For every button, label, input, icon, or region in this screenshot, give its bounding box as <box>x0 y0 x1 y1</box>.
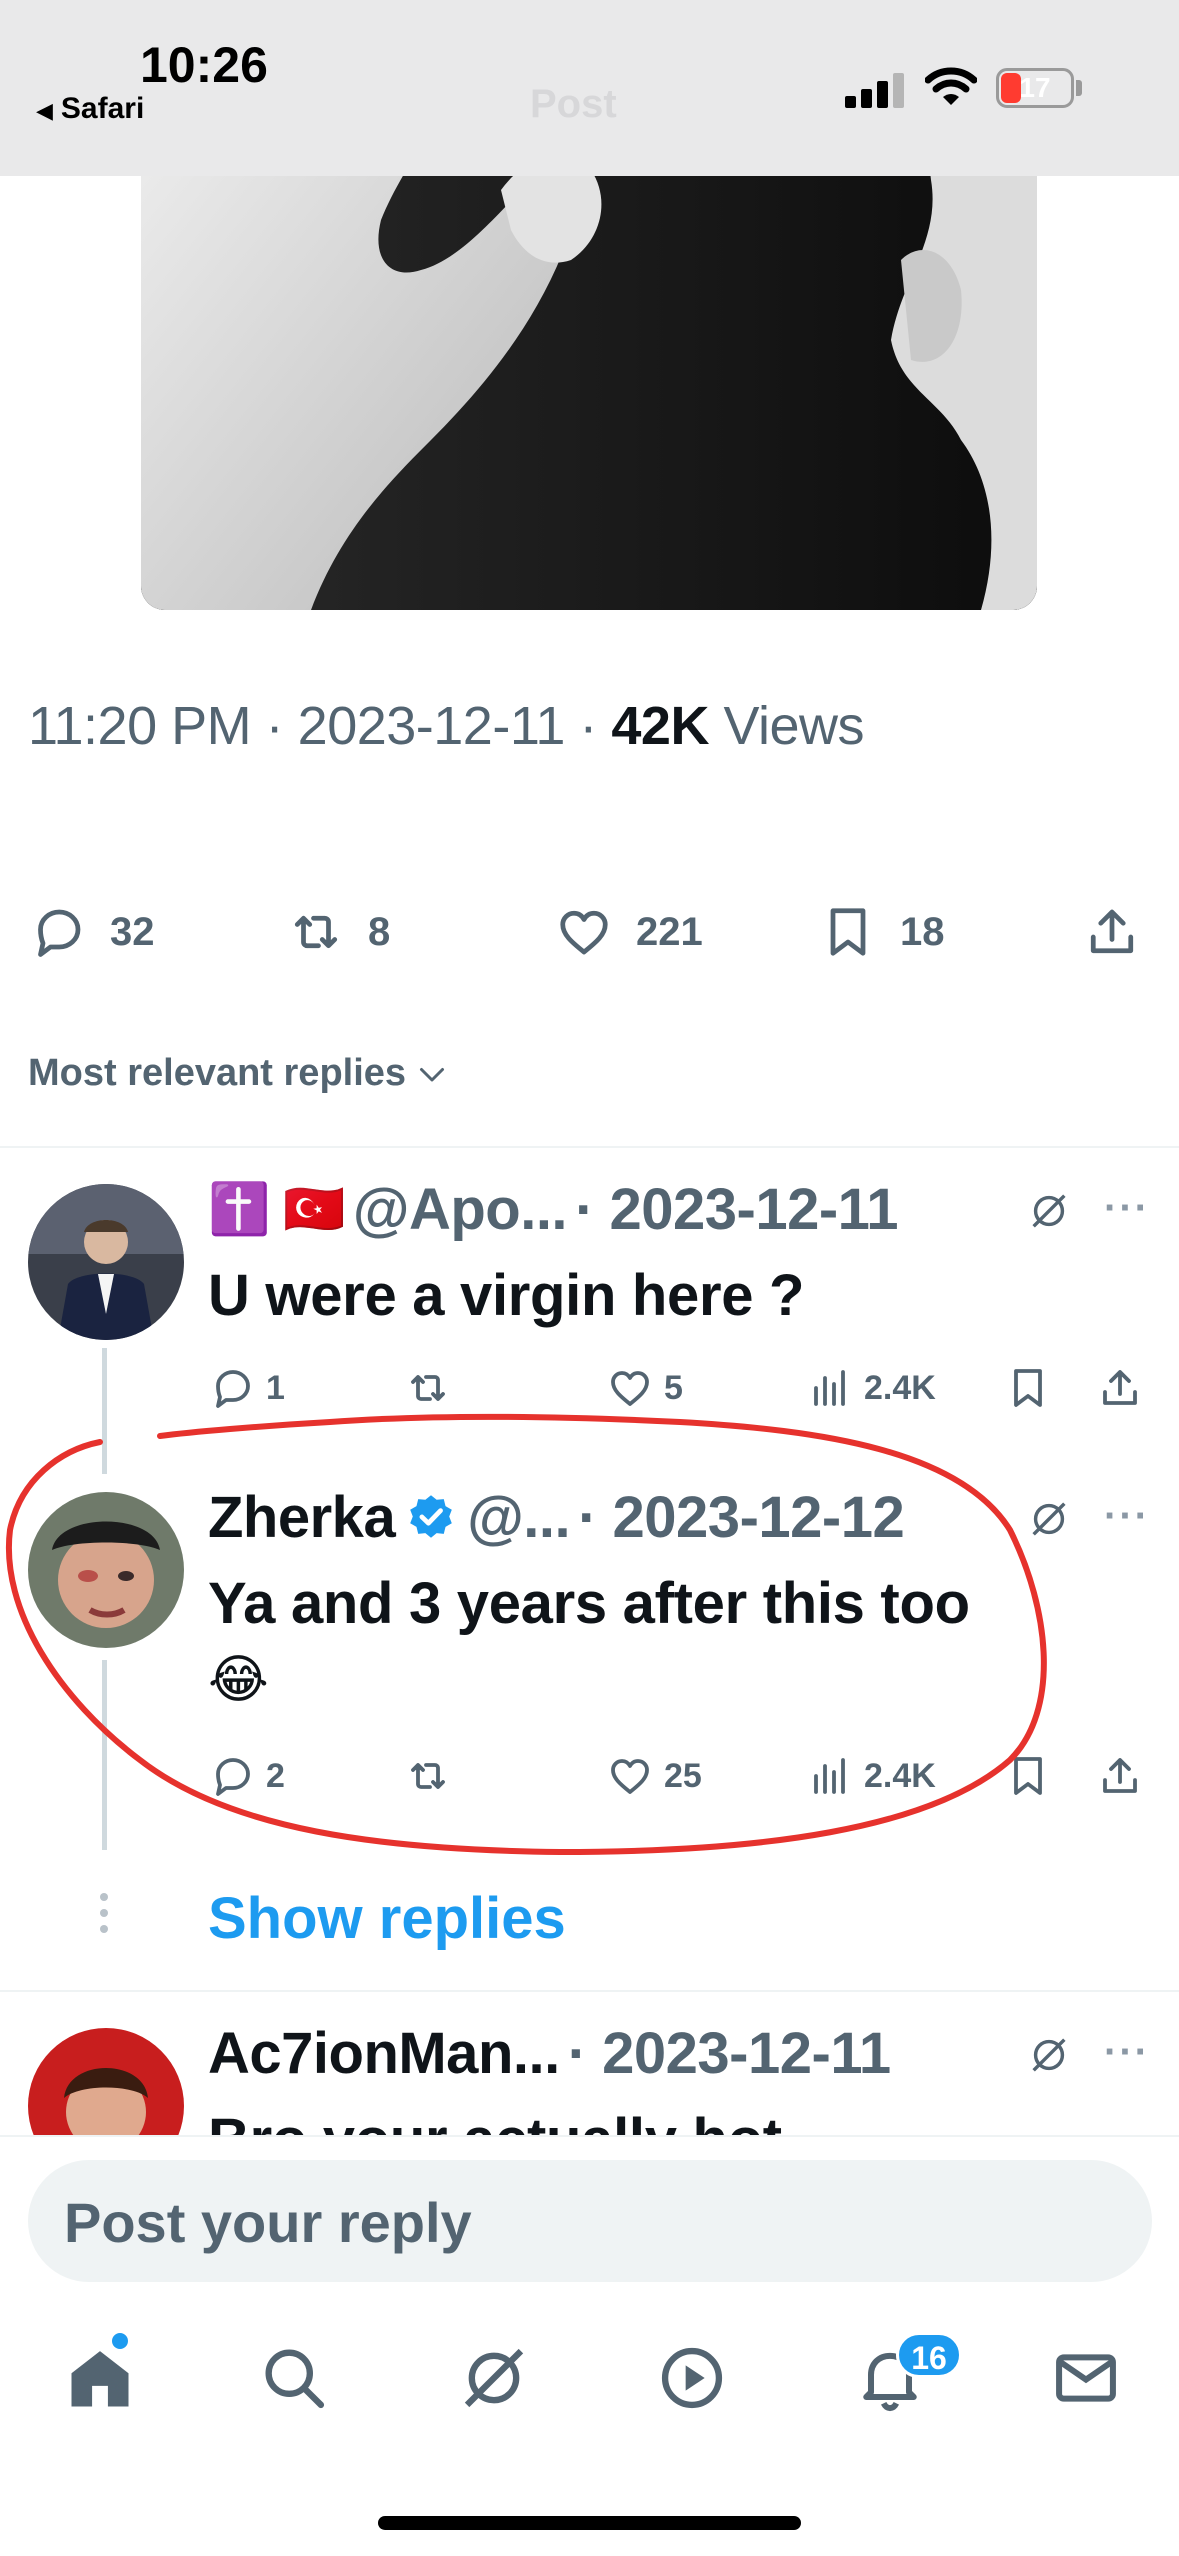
repost-button[interactable] <box>404 1752 462 1800</box>
reply-date: · 2023-12-11 <box>575 1177 898 1242</box>
reply-icon <box>216 1758 250 1796</box>
composer-placeholder: Post your reply <box>64 2191 472 2254</box>
more-thread-dots <box>100 1893 110 1941</box>
bookmark-button[interactable] <box>1004 1752 1062 1800</box>
more-options-icon[interactable]: ··· <box>1104 2030 1150 2075</box>
battery-icon: 17 <box>996 68 1074 108</box>
bookmark-button[interactable] <box>1004 1364 1062 1412</box>
more-options-icon[interactable]: ··· <box>1104 1494 1150 1539</box>
heart-icon <box>611 1759 649 1794</box>
home-unread-dot <box>112 2333 128 2349</box>
heart-icon <box>560 910 608 955</box>
chevron-down-icon <box>420 1067 445 1081</box>
grok-icon[interactable] <box>456 2340 532 2416</box>
repost-icon <box>411 1375 445 1401</box>
home-icon[interactable] <box>62 2340 138 2416</box>
back-arrow-icon: ◀ <box>36 98 53 123</box>
share-icon <box>1103 1370 1137 1405</box>
repost-count: 8 <box>368 909 391 954</box>
reply-date: · 2023-12-11 <box>567 2021 891 2086</box>
heart-icon <box>611 1371 649 1406</box>
verified-badge-icon <box>410 1494 453 1538</box>
show-replies-link[interactable]: Show replies <box>208 1885 566 1952</box>
status-bar: 10:26 ◀ Safari Post 17 <box>0 0 1179 176</box>
reply-text: Ya and 3 years after this too <box>208 1571 970 1636</box>
search-icon[interactable] <box>256 2340 332 2416</box>
reply-header: Ac7ionMan... · 2023-12-11 <box>208 2020 891 2087</box>
share-button[interactable] <box>1096 1364 1154 1412</box>
grok-icon[interactable] <box>1026 2032 1072 2078</box>
reply-icon <box>38 909 81 957</box>
share-button[interactable] <box>1082 902 1164 962</box>
user-name[interactable]: Zherka <box>208 1484 396 1551</box>
more-options-icon[interactable]: ··· <box>1104 1186 1150 1231</box>
user-handle[interactable]: @Apo... <box>353 1176 568 1243</box>
post-date: 2023-12-11 <box>297 696 566 756</box>
repost-icon <box>411 1763 445 1789</box>
grok-icon[interactable] <box>1026 1188 1072 1234</box>
avatar[interactable] <box>28 1492 184 1648</box>
messages-icon[interactable] <box>1048 2340 1124 2416</box>
user-badges: ✝️ 🇹🇷 <box>208 1181 345 1237</box>
red-annotation-circle <box>5 1413 1047 1856</box>
back-label: Safari <box>60 92 145 125</box>
bookmark-icon <box>1014 1369 1042 1407</box>
reply-emoji: 😂 <box>208 1651 269 1709</box>
avatar-image <box>28 1492 184 1648</box>
like-button[interactable]: 25 <box>606 1752 702 1800</box>
reply-composer[interactable]: Post your reply <box>28 2160 1152 2282</box>
reply-button[interactable]: 32 <box>28 902 155 962</box>
views-button[interactable]: 2.4K <box>806 1752 936 1800</box>
reply-count: 32 <box>110 909 155 954</box>
status-ghost-title: Post <box>530 82 617 126</box>
views-label[interactable]: Views <box>723 696 864 756</box>
divider <box>0 1990 1179 1992</box>
user-name[interactable]: Ac7ionMan... <box>208 2020 560 2087</box>
share-icon <box>1103 1758 1137 1793</box>
bookmark-count: 18 <box>900 909 945 954</box>
wifi-icon <box>925 67 977 105</box>
repost-icon <box>294 915 338 949</box>
share-icon <box>1090 909 1134 954</box>
sort-replies-dropdown[interactable]: Most relevant replies <box>28 1052 450 1095</box>
battery-level: 17 <box>1019 72 1051 103</box>
repost-button[interactable] <box>404 1364 462 1412</box>
reply-icon <box>216 1370 250 1408</box>
sort-label: Most relevant replies <box>28 1052 407 1094</box>
avatar[interactable] <box>28 1184 184 1340</box>
bookmark-icon <box>830 908 866 956</box>
reply-button[interactable]: 1 <box>208 1364 285 1412</box>
thread-line <box>102 1348 107 1474</box>
avatar-image <box>28 1184 184 1340</box>
notifications-badge: 16 <box>896 2332 962 2378</box>
reply-header: Zherka @... · 2023-12-12 <box>208 1484 905 1551</box>
back-to-safari[interactable]: ◀ Safari <box>36 92 144 126</box>
bookmark-button[interactable]: 18 <box>818 902 945 962</box>
reply-button[interactable]: 2 <box>208 1752 285 1800</box>
views-chart-icon <box>814 1370 845 1406</box>
cellular-signal-icon <box>845 72 907 108</box>
reply-date: · 2023-12-12 <box>578 1485 905 1550</box>
bookmark-icon <box>1014 1757 1042 1795</box>
repost-button[interactable]: 8 <box>286 902 390 962</box>
reply-header: ✝️ 🇹🇷 @Apo... · 2023-12-11 <box>208 1176 898 1243</box>
post-time: 11:20 PM <box>28 696 252 756</box>
user-handle[interactable]: @... <box>467 1484 570 1551</box>
post-meta: 11:20 PM · 2023-12-11 · 42K Views <box>28 696 865 756</box>
divider <box>0 1146 1179 1148</box>
play-icon[interactable] <box>654 2340 730 2416</box>
views-chart-icon <box>814 1758 845 1794</box>
thread-line <box>102 1660 107 1850</box>
share-button[interactable] <box>1096 1752 1154 1800</box>
like-button[interactable]: 221 <box>554 902 703 962</box>
status-time: 10:26 <box>140 37 268 93</box>
grok-icon[interactable] <box>1026 1496 1072 1542</box>
views-button[interactable]: 2.4K <box>806 1364 936 1412</box>
reply-text: U were a virgin here ? <box>208 1263 805 1328</box>
like-count: 221 <box>636 909 703 954</box>
like-button[interactable]: 5 <box>606 1364 683 1412</box>
home-indicator <box>378 2516 801 2530</box>
views-count: 42K <box>611 696 709 756</box>
